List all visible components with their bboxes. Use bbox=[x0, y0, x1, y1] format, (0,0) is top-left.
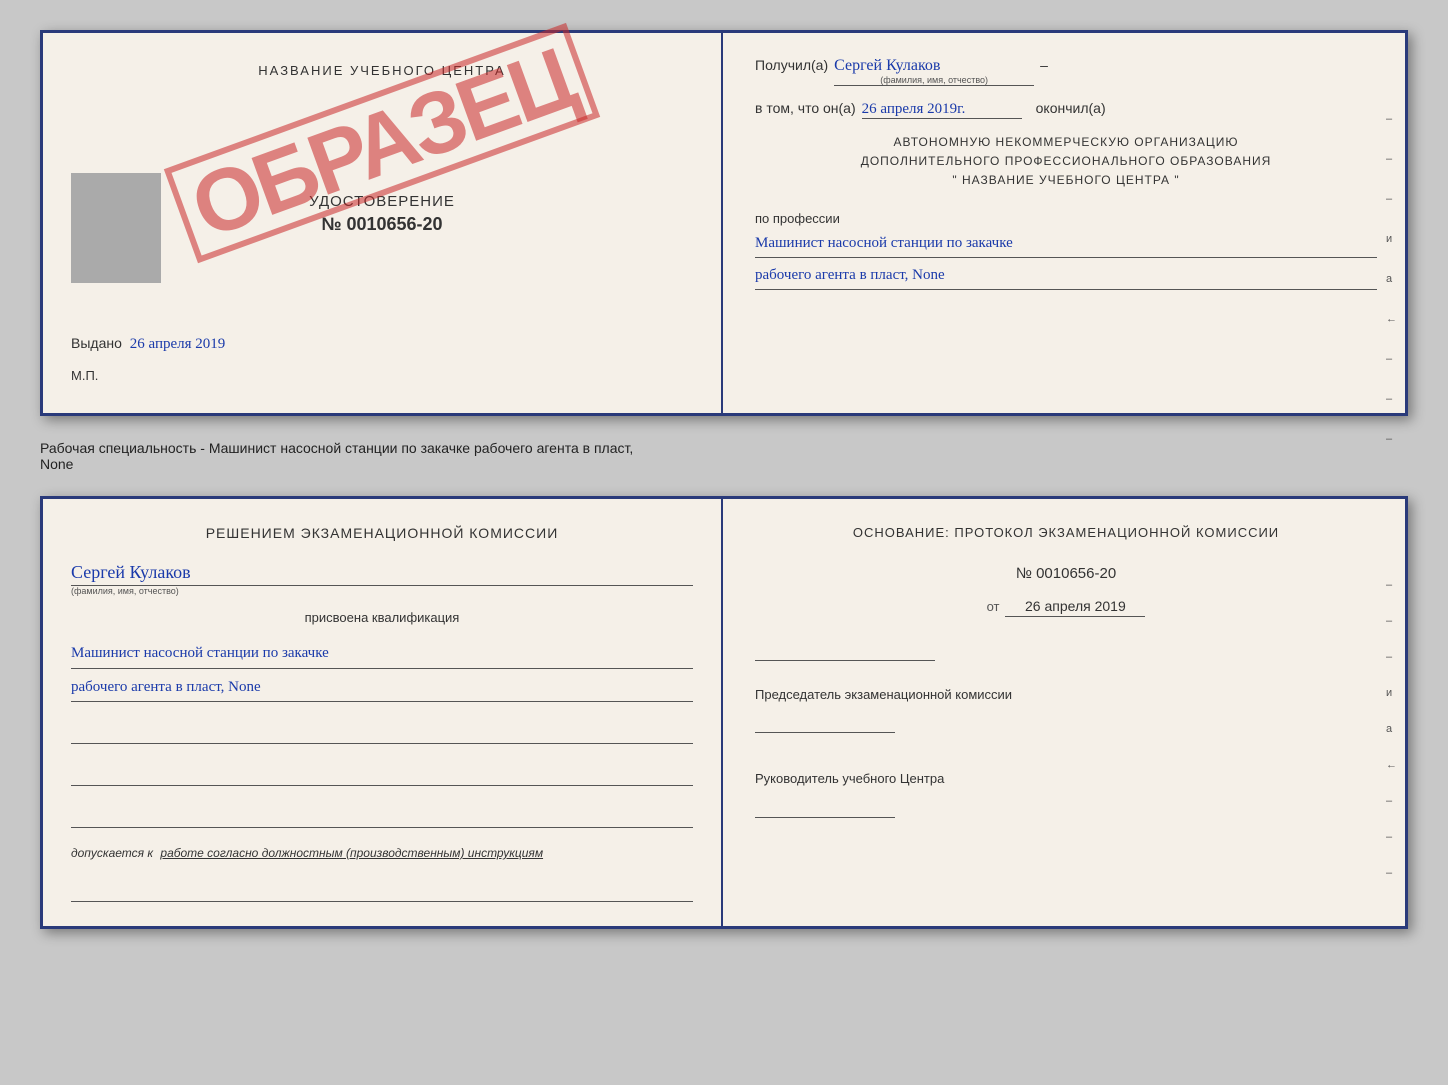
predsedatel-sig-line bbox=[755, 709, 895, 733]
photo-placeholder bbox=[71, 173, 161, 283]
blank-line-3 bbox=[71, 804, 693, 828]
profession-line1: Машинист насосной станции по закачке bbox=[755, 230, 1377, 258]
profession-section: по профессии Машинист насосной станции п… bbox=[755, 205, 1377, 290]
profession-label: по профессии bbox=[755, 211, 1377, 226]
blank-line-2 bbox=[71, 762, 693, 786]
org-line3: " НАЗВАНИЕ УЧЕБНОГО ЦЕНТРА " bbox=[755, 171, 1377, 190]
vydano-line: Выдано 26 апреля 2019 bbox=[71, 335, 693, 353]
obrazec-stamp: ОБРАЗЕЦ bbox=[73, 93, 691, 193]
subtitle-text: Рабочая специальность - Машинист насосно… bbox=[40, 436, 1408, 476]
top-left-page: НАЗВАНИЕ УЧЕБНОГО ЦЕНТРА ОБРАЗЕЦ УДОСТОВ… bbox=[43, 33, 723, 413]
blank-line-4 bbox=[71, 878, 693, 902]
dopuskaetsya-link: работе согласно должностным (производств… bbox=[160, 846, 543, 860]
udost-title: УДОСТОВЕРЕНИЕ bbox=[309, 193, 455, 210]
org-line1: АВТОНОМНУЮ НЕКОММЕРЧЕСКУЮ ОРГАНИЗАЦИЮ bbox=[755, 133, 1377, 152]
org-line2: ДОПОЛНИТЕЛЬНОГО ПРОФЕССИОНАЛЬНОГО ОБРАЗО… bbox=[755, 152, 1377, 171]
name-hint-bottom: (фамилия, имя, отчество) bbox=[71, 586, 693, 596]
protocol-number: № 0010656-20 bbox=[755, 565, 1377, 582]
okonchil-label: окончил(а) bbox=[1036, 100, 1106, 116]
org-block: АВТОНОМНУЮ НЕКОММЕРЧЕСКУЮ ОРГАНИЗАЦИЮ ДО… bbox=[755, 133, 1377, 191]
qualification-line1: Машинист насосной станции по закачке bbox=[71, 639, 693, 669]
commission-title: Решением экзаменационной комиссии bbox=[71, 523, 693, 544]
vtom-row: в том, что он(а) 26 апреля 2019г. окончи… bbox=[755, 100, 1377, 119]
blank-line-1 bbox=[71, 720, 693, 744]
predsedatel-block: Председатель экзаменационной комиссии bbox=[755, 685, 1377, 734]
side-marks-top: – – – и а ← – – – bbox=[1386, 113, 1397, 445]
poluchil-label: Получил(a) bbox=[755, 57, 828, 73]
top-document-spread: НАЗВАНИЕ УЧЕБНОГО ЦЕНТРА ОБРАЗЕЦ УДОСТОВ… bbox=[40, 30, 1408, 416]
name-hint-top: (фамилия, имя, отчество) bbox=[834, 75, 1034, 85]
dopuskaetsya-text: допускается к работе согласно должностны… bbox=[71, 846, 693, 860]
vtom-label: в том, что он(а) bbox=[755, 100, 856, 116]
ot-label: от bbox=[987, 599, 1000, 614]
ot-date-row: от 26 апреля 2019 bbox=[755, 598, 1377, 617]
qualification-line2: рабочего агента в пласт, None bbox=[71, 673, 693, 703]
rukovoditel-block: Руководитель учебного Центра bbox=[755, 769, 1377, 818]
bottom-right-page: Основание: протокол экзаменационной коми… bbox=[723, 499, 1405, 926]
vtom-date: 26 апреля 2019г. bbox=[862, 101, 1022, 119]
side-marks-bottom-right: – – – и а ← – – – bbox=[1386, 579, 1397, 879]
name-handwritten-bottom: Сергей Кулаков bbox=[71, 562, 693, 586]
blank-sep-right bbox=[755, 637, 935, 661]
bottom-left-page: Решением экзаменационной комиссии Сергей… bbox=[43, 499, 723, 926]
profession-line2: рабочего агента в пласт, None bbox=[755, 262, 1377, 290]
osnov-label: Основание: протокол экзаменационной коми… bbox=[755, 523, 1377, 543]
assigned-label: присвоена квалификация bbox=[71, 610, 693, 625]
training-center-top: НАЗВАНИЕ УЧЕБНОГО ЦЕНТРА bbox=[258, 63, 505, 78]
rukovoditel-label: Руководитель учебного Центра bbox=[755, 771, 944, 786]
rukovoditel-sig-line bbox=[755, 794, 895, 818]
vydano-label: Выдано bbox=[71, 335, 122, 351]
top-right-page: Получил(a) Сергей Кулаков (фамилия, имя,… bbox=[723, 33, 1405, 413]
udost-block: УДОСТОВЕРЕНИЕ № 0010656-20 bbox=[309, 193, 455, 235]
udost-number: № 0010656-20 bbox=[309, 214, 455, 235]
qualification-section: Машинист насосной станции по закачке раб… bbox=[71, 635, 693, 702]
poluchil-row: Получил(a) Сергей Кулаков (фамилия, имя,… bbox=[755, 57, 1377, 86]
mp-label: М.П. bbox=[71, 368, 98, 383]
vydano-date: 26 апреля 2019 bbox=[130, 336, 226, 352]
predsedatel-label: Председатель экзаменационной комиссии bbox=[755, 687, 1012, 702]
bottom-document-spread: Решением экзаменационной комиссии Сергей… bbox=[40, 496, 1408, 929]
name-section-bottom: Сергей Кулаков (фамилия, имя, отчество) bbox=[71, 554, 693, 596]
recipient-name: Сергей Кулаков (фамилия, имя, отчество) bbox=[834, 57, 1034, 86]
ot-date-value: 26 апреля 2019 bbox=[1005, 598, 1145, 617]
